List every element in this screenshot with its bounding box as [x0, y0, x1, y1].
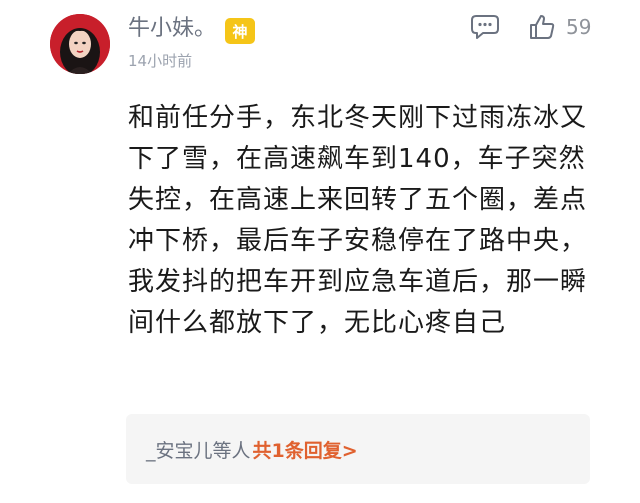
reply-count-link[interactable]: 共1条回复>: [253, 436, 358, 463]
reply-users[interactable]: _安宝儿等人: [146, 436, 251, 463]
avatar[interactable]: [50, 14, 110, 74]
like-icon: [528, 13, 556, 41]
username[interactable]: 牛小妹。: [128, 16, 216, 42]
like-button[interactable]: 59: [528, 12, 591, 42]
post-body: 和前任分手，东北冬天刚下过雨冻冰又下了雪，在高速飙车到140，车子突然失控，在高…: [128, 103, 588, 338]
timestamp: 14小时前: [128, 52, 193, 70]
like-count: 59: [566, 15, 592, 39]
rank-badge: 神: [225, 18, 255, 44]
replies-box[interactable]: _安宝儿等人 共1条回复>: [126, 414, 590, 484]
comment-icon[interactable]: [470, 14, 500, 40]
